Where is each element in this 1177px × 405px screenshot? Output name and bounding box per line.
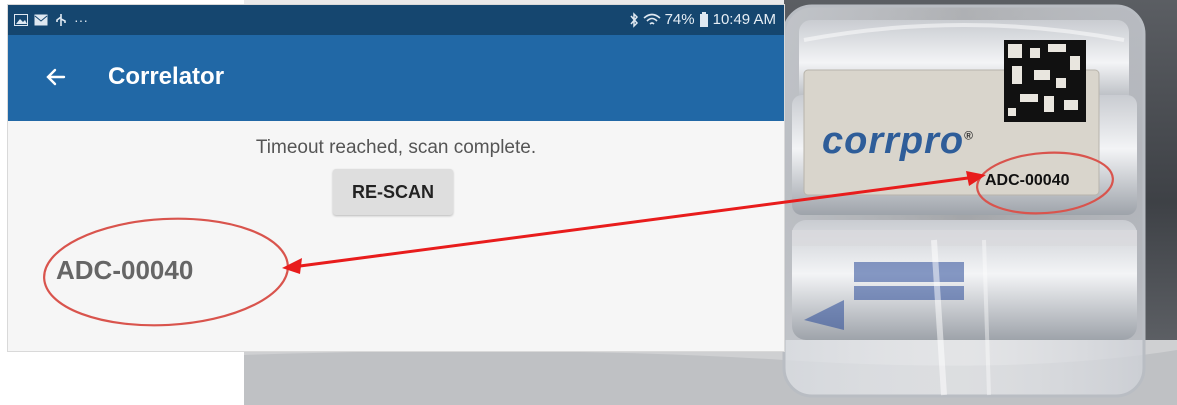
scan-status-message: Timeout reached, scan complete.	[255, 137, 537, 158]
back-button[interactable]	[38, 59, 74, 95]
bluetooth-icon	[630, 12, 638, 28]
wifi-icon	[643, 13, 661, 25]
more-icon: ···	[74, 12, 88, 28]
battery-percent: 74%	[664, 11, 695, 28]
trademark-mark: ®	[964, 128, 974, 143]
brand-text: corrpro	[822, 120, 965, 162]
device-id-result[interactable]: ADC-00040	[56, 255, 193, 286]
page-title: Correlator	[108, 63, 225, 90]
clock-time: 10:49 AM	[712, 11, 776, 28]
qr-code	[1004, 40, 1086, 122]
rescan-button[interactable]: RE-SCAN	[333, 169, 453, 215]
phone-screen: ··· 74% 10:49 AM Correlator Timeout reac…	[8, 5, 784, 351]
status-left-icons: ···	[14, 5, 88, 35]
status-right: 74% 10:49 AM	[629, 5, 776, 35]
device-label-id: ADC-00040	[985, 172, 1070, 189]
image-icon	[14, 14, 28, 26]
status-bar: ··· 74% 10:49 AM	[8, 5, 784, 35]
arrow-left-icon	[46, 68, 66, 86]
app-toolbar: Correlator	[8, 35, 784, 121]
mail-icon	[34, 14, 48, 26]
usb-icon	[56, 14, 66, 26]
battery-icon	[699, 12, 708, 27]
corrpro-brand-label: corrpro®	[822, 120, 974, 163]
